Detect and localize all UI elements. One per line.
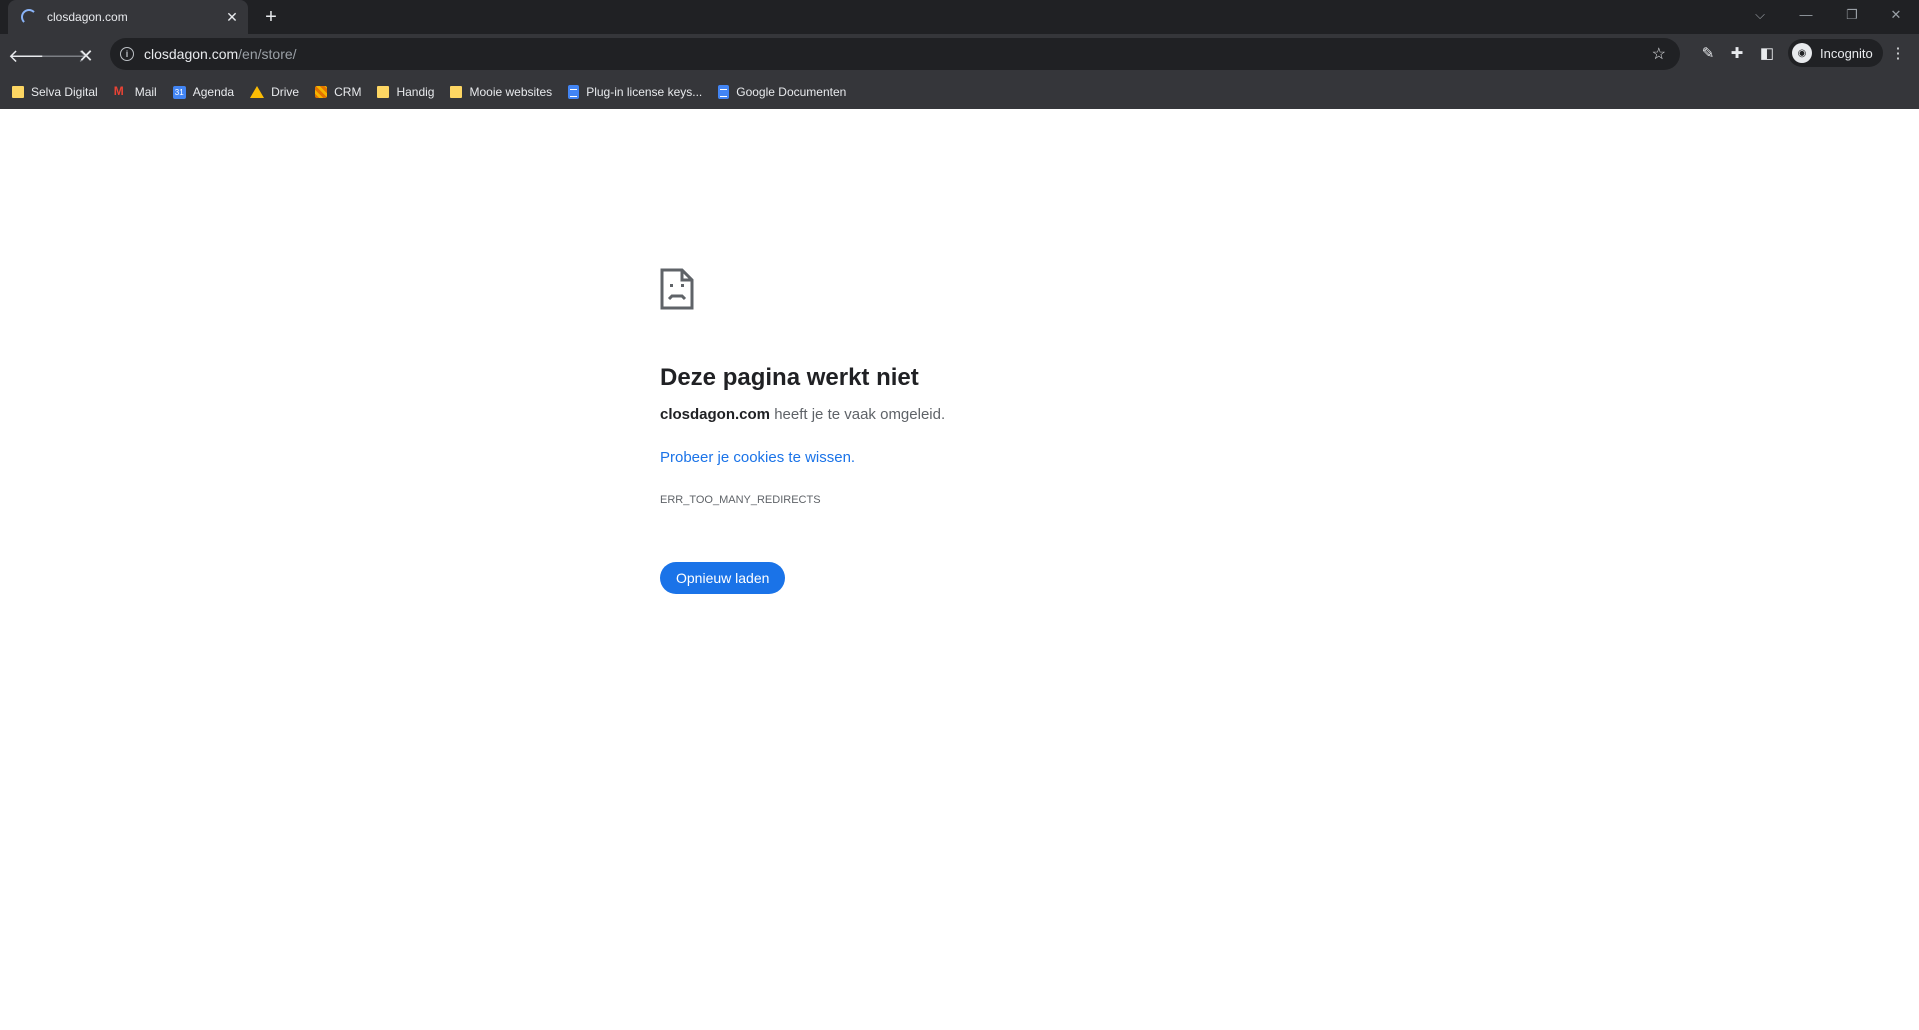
stop-loading-button[interactable]: ✕ [72, 42, 100, 70]
browser-chrome: closdagon.com ✕ + ⌵ — ❐ ✕ 🡐 🡒 ✕ i closda… [0, 0, 1919, 109]
sad-page-icon [660, 268, 694, 310]
bookmark-item[interactable]: Mooie websites [450, 85, 552, 99]
bookmark-item[interactable]: Mail [114, 84, 157, 99]
doc-icon [568, 85, 580, 99]
url-path: /en/store/ [238, 46, 297, 62]
bookmark-item[interactable]: Drive [250, 85, 299, 99]
extension-pen-icon[interactable]: ✎ [1696, 42, 1720, 66]
drive-icon [250, 86, 265, 98]
address-bar[interactable]: i closdagon.com/en/store/ ☆ [110, 38, 1680, 70]
tab-close-icon[interactable]: ✕ [222, 9, 242, 26]
bookmarks-bar: Selva Digital Mail 31 Agenda Drive CRM Ha… [0, 78, 1919, 106]
new-tab-button[interactable]: + [258, 4, 284, 30]
side-panel-icon[interactable]: ◧ [1755, 42, 1779, 66]
crm-icon [315, 86, 328, 98]
incognito-label: Incognito [1820, 45, 1873, 61]
forward-button[interactable]: 🡒 [40, 42, 88, 70]
bookmark-item[interactable]: Handig [377, 85, 434, 99]
url-host: closdagon.com [144, 46, 239, 62]
bookmark-item[interactable]: CRM [315, 85, 361, 99]
bookmark-label: Plug-in license keys... [586, 85, 703, 99]
back-button[interactable]: 🡐 [8, 42, 56, 70]
bookmark-label: Drive [271, 85, 300, 99]
menu-kebab-icon[interactable]: ⋮ [1886, 42, 1910, 66]
minimize-button[interactable]: — [1783, 0, 1829, 30]
bookmark-star-icon[interactable]: ☆ [1652, 44, 1666, 64]
reload-button[interactable]: Opnieuw laden [660, 562, 786, 594]
bookmark-label: Mail [134, 85, 157, 99]
bookmark-item[interactable]: Selva Digital [12, 85, 98, 99]
bookmark-label: Handig [396, 85, 435, 99]
folder-icon [12, 86, 24, 98]
doc-icon [718, 85, 730, 99]
bookmark-label: Mooie websites [469, 85, 553, 99]
bookmark-label: Selva Digital [31, 85, 98, 99]
bookmark-label: Google Documenten [736, 85, 847, 99]
folder-icon [450, 86, 463, 98]
extensions-puzzle-icon[interactable]: ✚ [1725, 42, 1749, 66]
error-code: ERR_TOO_MANY_REDIRECTS [660, 494, 821, 506]
tab-search-icon[interactable]: ⌵ [1737, 0, 1783, 30]
error-message: closdagon.com heeft je te vaak omgeleid. [660, 406, 1260, 423]
close-window-button[interactable]: ✕ [1873, 0, 1919, 30]
restore-button[interactable]: ❐ [1829, 0, 1875, 30]
toolbar: 🡐 🡒 ✕ i closdagon.com/en/store/ ☆ ✎ ✚ ◧ … [0, 34, 1919, 76]
tab-title: closdagon.com [47, 10, 128, 24]
error-heading: Deze pagina werkt niet [660, 364, 919, 391]
error-message-text: heeft je te vaak omgeleid. [770, 406, 946, 423]
bookmark-label: CRM [334, 85, 362, 99]
incognito-profile-button[interactable]: ◉ Incognito [1788, 39, 1883, 67]
info-icon[interactable]: i [120, 47, 134, 61]
folder-icon [377, 86, 390, 98]
clear-cookies-link[interactable]: Probeer je cookies te wissen. [660, 449, 855, 466]
error-page: Deze pagina werkt niet closdagon.com hee… [660, 268, 1260, 594]
bookmark-item[interactable]: 31 Agenda [172, 85, 235, 99]
incognito-icon: ◉ [1792, 43, 1812, 63]
error-site: closdagon.com [660, 406, 771, 423]
bookmark-label: Agenda [192, 85, 235, 99]
calendar-icon: 31 [172, 85, 186, 99]
tab-strip: closdagon.com ✕ + ⌵ — ❐ ✕ [0, 0, 1919, 34]
bookmark-item[interactable]: Plug-in license keys... [568, 85, 702, 99]
loading-spinner-icon [21, 9, 37, 25]
bookmark-item[interactable]: Google Documenten [718, 85, 846, 99]
tab-active[interactable]: closdagon.com ✕ [8, 0, 248, 34]
gmail-icon [114, 84, 128, 98]
